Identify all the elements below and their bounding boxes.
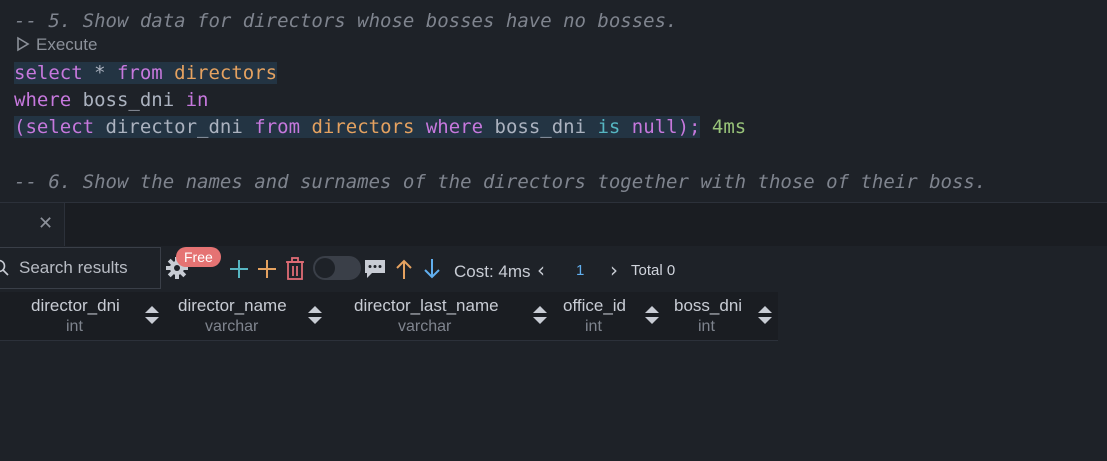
chevron-right-icon[interactable]: › bbox=[610, 258, 618, 282]
total-count: Total 0 bbox=[631, 262, 676, 279]
delete-icon[interactable] bbox=[285, 257, 305, 281]
results-tabbar: ✕ bbox=[0, 203, 1107, 246]
toggle-knob bbox=[315, 258, 335, 278]
table-name: directors bbox=[300, 116, 426, 138]
execute-label: Execute bbox=[36, 35, 98, 54]
add-row-icon[interactable] bbox=[228, 258, 250, 280]
sql-line-3: (select director_dni from directors wher… bbox=[14, 114, 746, 141]
column-name: office_id bbox=[563, 296, 627, 315]
comment-line-5: -- 5. Show data for directors whose boss… bbox=[14, 10, 678, 32]
column-header-boss-dni[interactable]: boss_dni int bbox=[665, 292, 778, 340]
column-name: director_last_name bbox=[354, 296, 499, 315]
column-header-director-last-name[interactable]: director_last_name varchar bbox=[335, 292, 555, 340]
paren: ); bbox=[677, 116, 701, 138]
column-type: varchar bbox=[398, 318, 452, 335]
column-type: int bbox=[698, 318, 715, 335]
results-grid-header: director_dni int director_name varchar d… bbox=[0, 292, 778, 341]
comment-line-6: -- 6. Show the names and surnames of the… bbox=[14, 171, 987, 193]
results-tab[interactable]: ✕ bbox=[0, 203, 65, 246]
column-type: int bbox=[66, 318, 83, 335]
search-box[interactable] bbox=[0, 247, 161, 289]
sort-icon[interactable] bbox=[308, 306, 322, 326]
sql-line-1: select * from directors bbox=[14, 60, 278, 87]
insert-icon[interactable] bbox=[256, 258, 278, 280]
execute-codelens[interactable]: Execute bbox=[16, 35, 97, 55]
close-icon[interactable]: ✕ bbox=[38, 213, 53, 234]
column-name: director_name bbox=[178, 296, 287, 315]
cost-label: Cost: 4ms bbox=[454, 262, 531, 281]
keyword: where bbox=[425, 116, 484, 138]
sort-icon[interactable] bbox=[145, 306, 159, 326]
column-header-director-name[interactable]: director_name varchar bbox=[165, 292, 335, 340]
comment-icon[interactable] bbox=[364, 259, 386, 279]
arrow-up-icon[interactable] bbox=[395, 258, 413, 280]
column-header-director-dni[interactable]: director_dni int bbox=[0, 292, 165, 340]
page-number[interactable]: 1 bbox=[576, 262, 584, 279]
free-badge: Free bbox=[176, 247, 221, 267]
sql-line-2: where boss_dni in bbox=[14, 87, 208, 114]
column-name: boss_dni bbox=[71, 89, 186, 111]
column-header-office-id[interactable]: office_id int bbox=[555, 292, 665, 340]
keyword: select bbox=[14, 62, 83, 84]
sort-icon[interactable] bbox=[758, 306, 772, 326]
keyword: is bbox=[597, 116, 621, 138]
keyword: from bbox=[254, 116, 301, 138]
column-name: boss_dni bbox=[483, 116, 598, 138]
search-input[interactable] bbox=[17, 256, 151, 280]
keyword: select bbox=[25, 116, 95, 138]
toggle-switch[interactable] bbox=[313, 256, 361, 280]
paren: ( bbox=[14, 116, 26, 138]
arrow-down-icon[interactable] bbox=[423, 258, 441, 280]
search-icon bbox=[0, 259, 9, 276]
column-type: int bbox=[585, 318, 602, 335]
keyword: where bbox=[14, 89, 72, 111]
keyword: null bbox=[631, 116, 678, 138]
column-name: director_dni bbox=[94, 116, 255, 138]
column-name: boss_dni bbox=[674, 296, 743, 315]
exec-time: 4ms bbox=[700, 116, 747, 138]
keyword: from bbox=[116, 62, 163, 84]
sort-icon[interactable] bbox=[533, 306, 547, 326]
chevron-left-icon[interactable]: ‹ bbox=[537, 258, 545, 282]
sql-editor[interactable]: -- 5. Show data for directors whose boss… bbox=[0, 0, 1107, 202]
keyword: in bbox=[185, 89, 209, 111]
operator: * bbox=[82, 62, 117, 84]
table-name: directors bbox=[162, 62, 278, 84]
sort-icon[interactable] bbox=[645, 306, 659, 326]
column-type: varchar bbox=[205, 318, 259, 335]
play-icon bbox=[17, 36, 30, 52]
column-name: director_dni bbox=[31, 296, 120, 315]
